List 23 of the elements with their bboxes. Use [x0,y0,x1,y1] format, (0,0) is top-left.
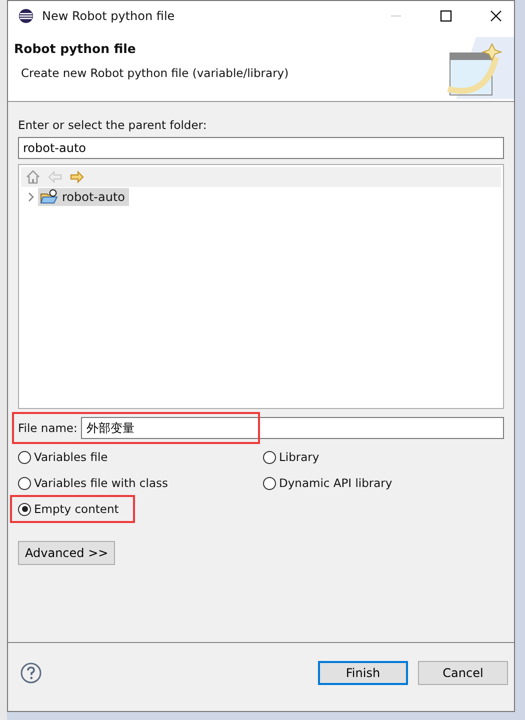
close-icon[interactable] [490,10,502,22]
advanced-button[interactable]: Advanced >> [18,541,116,565]
page-description: Create new Robot python file (variable/library) [20,66,289,80]
window-title: New Robot python file [42,9,175,23]
radio-option[interactable]: Variables file with class [10,469,184,497]
file-name-label: File name: [18,421,78,435]
radio-option[interactable]: Empty content [10,495,135,523]
page-title: Robot python file [14,41,137,56]
radio-option[interactable]: Library [255,443,336,471]
home-icon[interactable] [25,169,41,185]
file-name-field[interactable]: 外部变量 [81,417,504,439]
radio-option[interactable]: Dynamic API library [255,469,408,497]
project-folder-icon [40,189,58,205]
help-icon[interactable] [20,662,42,684]
tree-item[interactable]: robot-auto [38,188,130,206]
parent-folder-field[interactable]: robot-auto [18,137,504,159]
app-icon [18,8,34,24]
maximize-icon[interactable] [440,10,452,22]
forward-icon[interactable] [69,169,85,185]
radio-option[interactable]: Variables file [10,443,124,471]
dialog-button[interactable]: Finish [318,661,408,685]
parent-folder-label: Enter or select the parent folder: [18,118,208,132]
dialog-button[interactable]: Cancel [418,661,508,685]
